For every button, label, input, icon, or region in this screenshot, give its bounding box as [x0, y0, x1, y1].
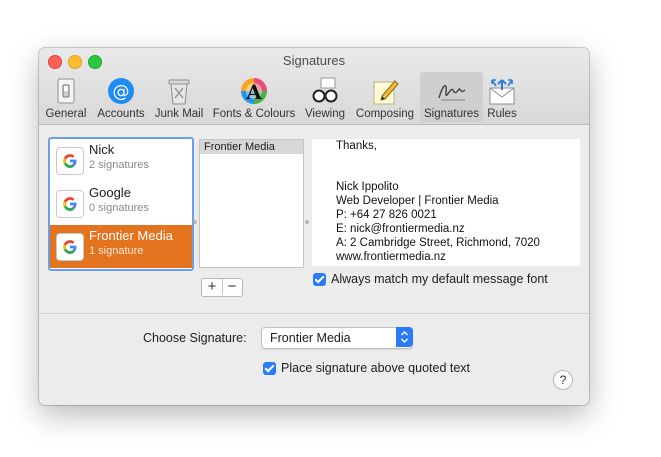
split-handle[interactable] [305, 220, 309, 224]
font-color-icon: A [241, 78, 267, 104]
signatures-window: Signatures General @ Accounts Junk Mail … [39, 48, 589, 405]
signature-list: Frontier Media [199, 139, 304, 268]
google-icon [56, 147, 84, 175]
signature-item-frontier-media[interactable]: Frontier Media [200, 140, 303, 154]
pencil-icon [373, 80, 399, 105]
account-item-nick[interactable]: Nick 2 signatures [50, 139, 192, 182]
tab-rules[interactable]: Rules [485, 72, 519, 122]
account-item-google[interactable]: Google 0 signatures [50, 182, 192, 225]
tab-general[interactable]: General [43, 72, 89, 122]
account-item-frontier-media[interactable]: Frontier Media 1 signature [50, 225, 192, 268]
remove-signature-button[interactable]: − [222, 278, 242, 295]
tab-signatures[interactable]: Signatures [420, 72, 483, 122]
chevron-up-down-icon [396, 327, 413, 347]
signatures-pane: Nick 2 signatures Google 0 signatures Fr… [39, 125, 589, 405]
place-above-label: Place signature above quoted text [281, 361, 471, 375]
divider [39, 313, 589, 314]
tab-junk-mail[interactable]: Junk Mail [153, 72, 205, 122]
help-button[interactable]: ? [553, 370, 573, 390]
glasses-icon [312, 77, 338, 103]
tab-viewing[interactable]: Viewing [302, 72, 348, 122]
choose-signature-select[interactable]: Frontier Media [261, 327, 413, 349]
google-icon [56, 190, 84, 218]
window-title: Signatures [282, 53, 346, 68]
at-icon: @ [108, 78, 134, 104]
rules-icon [489, 79, 515, 105]
switch-icon [57, 78, 75, 104]
trash-icon [168, 79, 190, 105]
place-above-checkbox[interactable] [263, 362, 276, 375]
add-signature-button[interactable]: + [202, 278, 223, 295]
match-font-checkbox[interactable] [313, 273, 326, 286]
split-handle[interactable] [193, 220, 197, 224]
tab-composing[interactable]: Composing [352, 72, 418, 122]
signature-icon [437, 85, 465, 101]
signature-preview[interactable]: Thanks, Nick Ippolito Web Developer | Fr… [312, 139, 580, 266]
svg-text:@: @ [113, 82, 130, 102]
tab-accounts[interactable]: @ Accounts [93, 72, 149, 122]
add-remove-control: + − [201, 278, 243, 297]
account-list: Nick 2 signatures Google 0 signatures Fr… [48, 137, 194, 271]
title-bar: Signatures General @ Accounts Junk Mail … [39, 48, 589, 125]
svg-text:A: A [245, 80, 262, 104]
tab-fonts-colours[interactable]: A Fonts & Colours [209, 72, 299, 122]
google-icon [56, 233, 84, 261]
choose-signature-label: Choose Signature: [143, 331, 247, 345]
match-font-label: Always match my default message font [331, 272, 548, 286]
